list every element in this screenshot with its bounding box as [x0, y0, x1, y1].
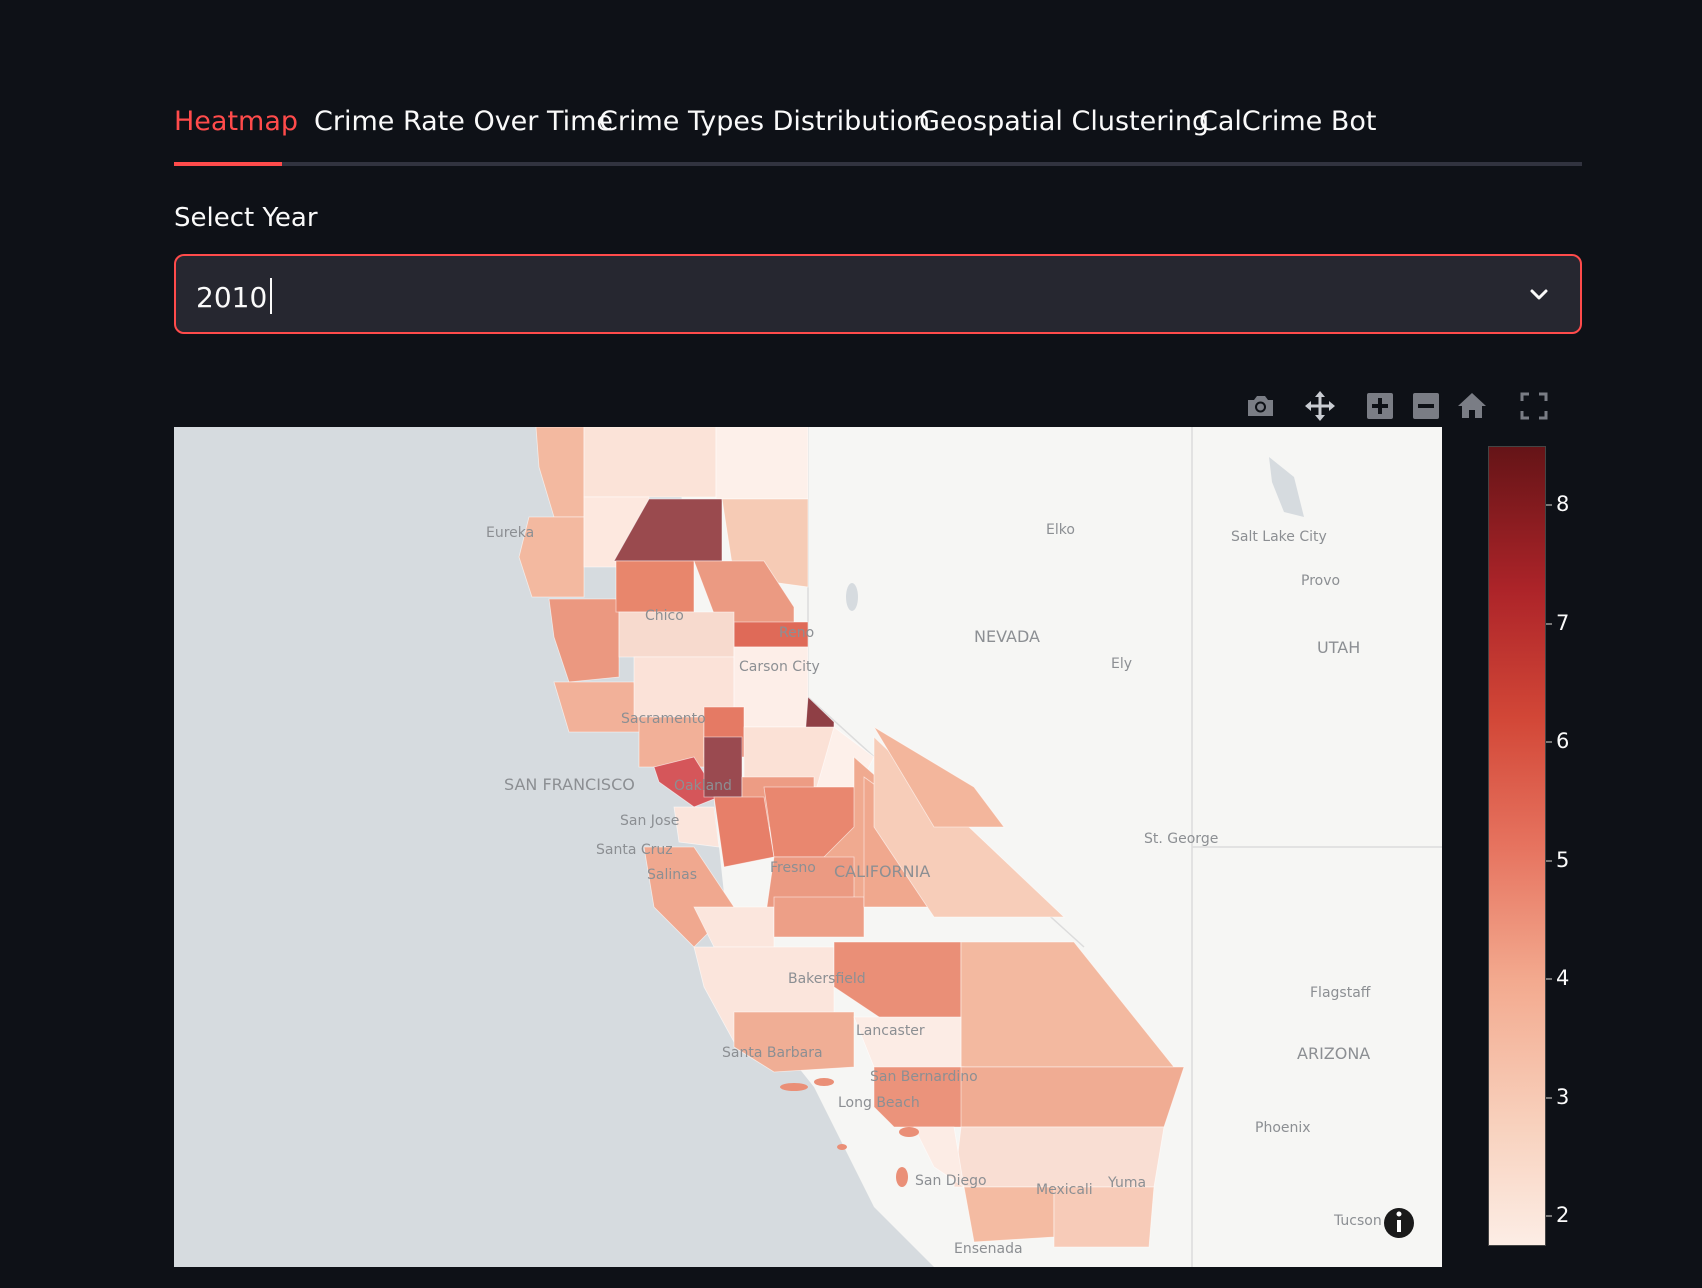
pan-icon[interactable]	[1302, 388, 1338, 424]
tab-heatmap[interactable]: Heatmap	[174, 106, 298, 137]
chevron-down-icon[interactable]	[1524, 280, 1554, 310]
label-salt-lake-city: Salt Lake City	[1231, 529, 1327, 545]
label-phoenix: Phoenix	[1255, 1120, 1311, 1136]
zoom-out-icon[interactable]	[1408, 388, 1444, 424]
label-carson-city: Carson City	[739, 659, 820, 675]
colorbar-tick: 4	[1545, 966, 1570, 991]
map-canvas[interactable]: Eureka Chico Reno Carson City Sacramento…	[174, 427, 1442, 1267]
tab-bar: Heatmap Crime Rate Over Time Crime Types…	[174, 96, 1582, 166]
plot-toolbar	[1230, 382, 1568, 428]
colorbar-tick: 2	[1545, 1203, 1570, 1228]
zoom-in-icon[interactable]	[1362, 388, 1398, 424]
label-chico: Chico	[645, 608, 684, 624]
label-california: CALIFORNIA	[834, 862, 930, 881]
tab-calcrime-bot[interactable]: CalCrime Bot	[1199, 106, 1376, 137]
label-tucson: Tucson	[1333, 1213, 1382, 1229]
info-icon[interactable]	[1384, 1208, 1414, 1238]
fullscreen-icon[interactable]	[1516, 388, 1552, 424]
label-elko: Elko	[1046, 522, 1075, 538]
choropleth-map[interactable]: Eureka Chico Reno Carson City Sacramento…	[174, 427, 1442, 1267]
home-icon[interactable]	[1454, 388, 1490, 424]
camera-icon[interactable]	[1242, 388, 1278, 424]
year-select[interactable]: 2010	[174, 254, 1582, 334]
label-fresno: Fresno	[770, 860, 816, 876]
tab-crime-rate-over-time[interactable]: Crime Rate Over Time	[314, 106, 613, 137]
select-year-label: Select Year	[174, 203, 318, 233]
label-flagstaff: Flagstaff	[1310, 985, 1371, 1001]
colorbar-tick: 7	[1545, 610, 1570, 635]
colorbar-gradient	[1488, 446, 1546, 1246]
active-tab-indicator	[174, 162, 282, 166]
label-santa-barbara: Santa Barbara	[722, 1045, 823, 1061]
colorbar-tick: 6	[1545, 729, 1570, 754]
tab-geospatial-clustering[interactable]: Geospatial Clustering	[919, 106, 1209, 137]
label-santa-cruz: Santa Cruz	[596, 842, 673, 858]
lake-tahoe	[846, 583, 858, 611]
label-long-beach: Long Beach	[838, 1095, 920, 1111]
year-select-value[interactable]: 2010	[196, 278, 273, 314]
colorbar-tick: 3	[1545, 1084, 1570, 1109]
label-san-jose: San Jose	[620, 813, 679, 829]
label-arizona: ARIZONA	[1297, 1044, 1370, 1063]
colorbar-tick: 5	[1545, 847, 1570, 872]
colorbar-tick: 8	[1545, 492, 1570, 517]
label-san-bernardino: San Bernardino	[870, 1069, 978, 1085]
label-ely: Ely	[1111, 656, 1132, 672]
label-reno: Reno	[779, 625, 814, 641]
year-value-text: 2010	[196, 281, 268, 314]
label-oakland: Oakland	[674, 778, 732, 794]
label-salinas: Salinas	[647, 867, 697, 883]
label-sacramento: Sacramento	[621, 711, 706, 727]
tab-divider	[174, 162, 1582, 166]
label-provo: Provo	[1301, 573, 1340, 589]
label-st-george: St. George	[1144, 831, 1218, 847]
label-mexicali: Mexicali	[1036, 1182, 1093, 1198]
label-lancaster: Lancaster	[856, 1023, 925, 1039]
text-cursor	[270, 278, 273, 314]
colorbar: 8 7 6 5 4 3 2	[1488, 446, 1569, 1246]
label-nevada: NEVADA	[974, 627, 1040, 646]
label-utah: UTAH	[1317, 638, 1360, 657]
tab-crime-types-distribution[interactable]: Crime Types Distribution	[599, 106, 930, 137]
label-yuma: Yuma	[1107, 1175, 1146, 1191]
label-ensenada: Ensenada	[954, 1241, 1023, 1257]
label-bakersfield: Bakersfield	[788, 971, 866, 987]
label-san-francisco: SAN FRANCISCO	[504, 775, 635, 794]
label-eureka: Eureka	[486, 525, 534, 541]
label-san-diego: San Diego	[915, 1173, 987, 1189]
